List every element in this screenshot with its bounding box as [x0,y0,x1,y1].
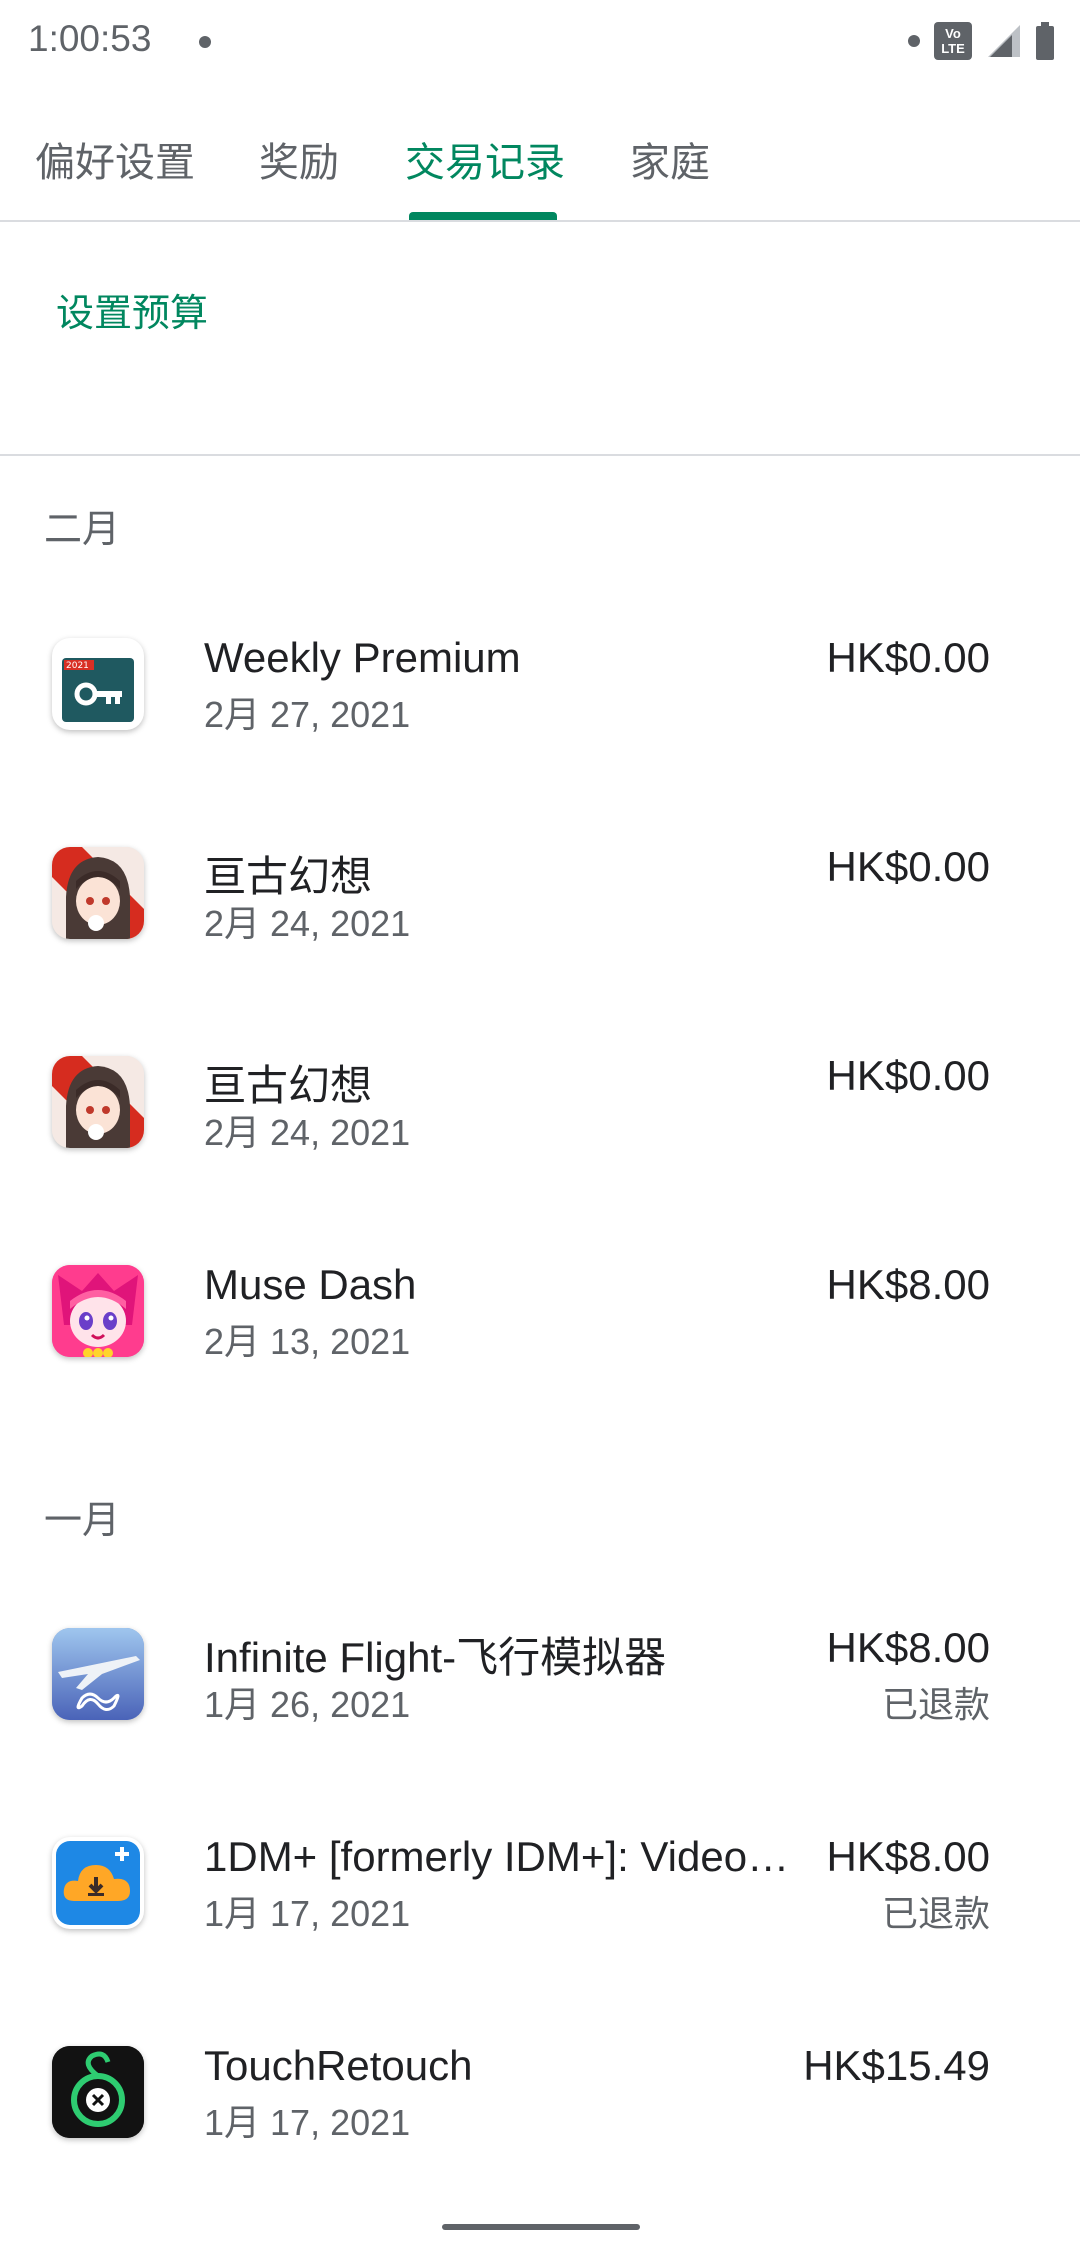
transaction-row[interactable]: TouchRetouch 1月 17, 2021 HK$15.49 [0,2042,1080,2202]
tab-bar: 偏好设置 奖励 交易记录 家庭 [0,100,1080,220]
item-date: 1月 17, 2021 [204,2102,411,2143]
set-budget-link[interactable]: 设置预算 [56,282,208,337]
tab-rewards[interactable]: 奖励 [259,130,339,188]
touchretouch-app-icon [52,2046,144,2138]
item-date: 1月 26, 2021 [204,1684,411,1725]
muse-dash-app-icon [52,1265,144,1357]
tabs-divider [0,220,1080,222]
transaction-row[interactable]: Muse Dash 2月 13, 2021 HK$8.00 [0,1261,1080,1421]
transaction-row[interactable]: 亘古幻想 2月 24, 2021 HK$0.00 [0,1052,1080,1212]
transaction-row[interactable]: 亘古幻想 2月 24, 2021 HK$0.00 [0,843,1080,1003]
anime-girl-app-icon [52,847,144,939]
item-date: 2月 13, 2021 [204,1321,411,1362]
status-time: 1:00:53 [28,18,152,59]
active-tab-indicator [409,212,557,220]
item-price: HK$8.00 [826,1624,990,1671]
tab-family[interactable]: 家庭 [630,130,710,188]
airplane-app-icon [52,1628,144,1720]
item-date: 2月 27, 2021 [204,694,411,735]
tab-preferences[interactable]: 偏好设置 [35,130,195,188]
item-price: HK$0.00 [826,843,990,890]
item-date: 1月 17, 2021 [204,1893,411,1934]
section-divider [0,454,1080,456]
vpn-key-app-icon: 2021 [52,638,144,730]
transaction-row[interactable]: 2021 Weekly Premium 2月 27, 2021 HK$0.00 [0,634,1080,794]
transaction-row[interactable]: Infinite Flight-飞行模拟器 1月 26, 2021 HK$8.0… [0,1624,1080,1784]
signal-icon [988,25,1020,57]
notification-dot-icon [199,36,211,48]
battery-icon [1036,22,1054,60]
volte-icon: Vo LTE [934,22,972,60]
volte-label-top: Vo [945,26,961,41]
status-icons: Vo LTE [908,22,1054,60]
item-date: 2月 24, 2021 [204,903,411,944]
icon-badge-year: 2021 [66,661,89,671]
item-title: Muse Dash [204,1261,417,1308]
tab-transactions[interactable]: 交易记录 [405,130,565,188]
month-header: 一月 [44,1500,121,1542]
refund-status: 已退款 [881,1684,990,1725]
status-bar: 1:00:53 Vo LTE [0,0,1080,86]
item-title: Weekly Premium [204,634,521,681]
volte-label-bottom: LTE [941,41,965,56]
item-price: HK$8.00 [826,1833,990,1880]
month-header: 二月 [44,509,121,551]
notification-dot-icon [908,35,920,47]
item-title: 1DM+ [formerly IDM+]: Video… [204,1833,790,1880]
anime-girl-app-icon [52,1056,144,1148]
item-date: 2月 24, 2021 [204,1112,411,1153]
item-price: HK$0.00 [826,1052,990,1099]
item-title: TouchRetouch [204,2042,473,2089]
download-cloud-app-icon [52,1837,144,1929]
item-price: HK$8.00 [826,1261,990,1308]
item-price: HK$0.00 [826,634,990,681]
gesture-nav-handle[interactable] [442,2224,640,2230]
item-price: HK$15.49 [803,2042,990,2089]
refund-status: 已退款 [881,1893,990,1934]
transaction-row[interactable]: 1DM+ [formerly IDM+]: Video… 1月 17, 2021… [0,1833,1080,1993]
